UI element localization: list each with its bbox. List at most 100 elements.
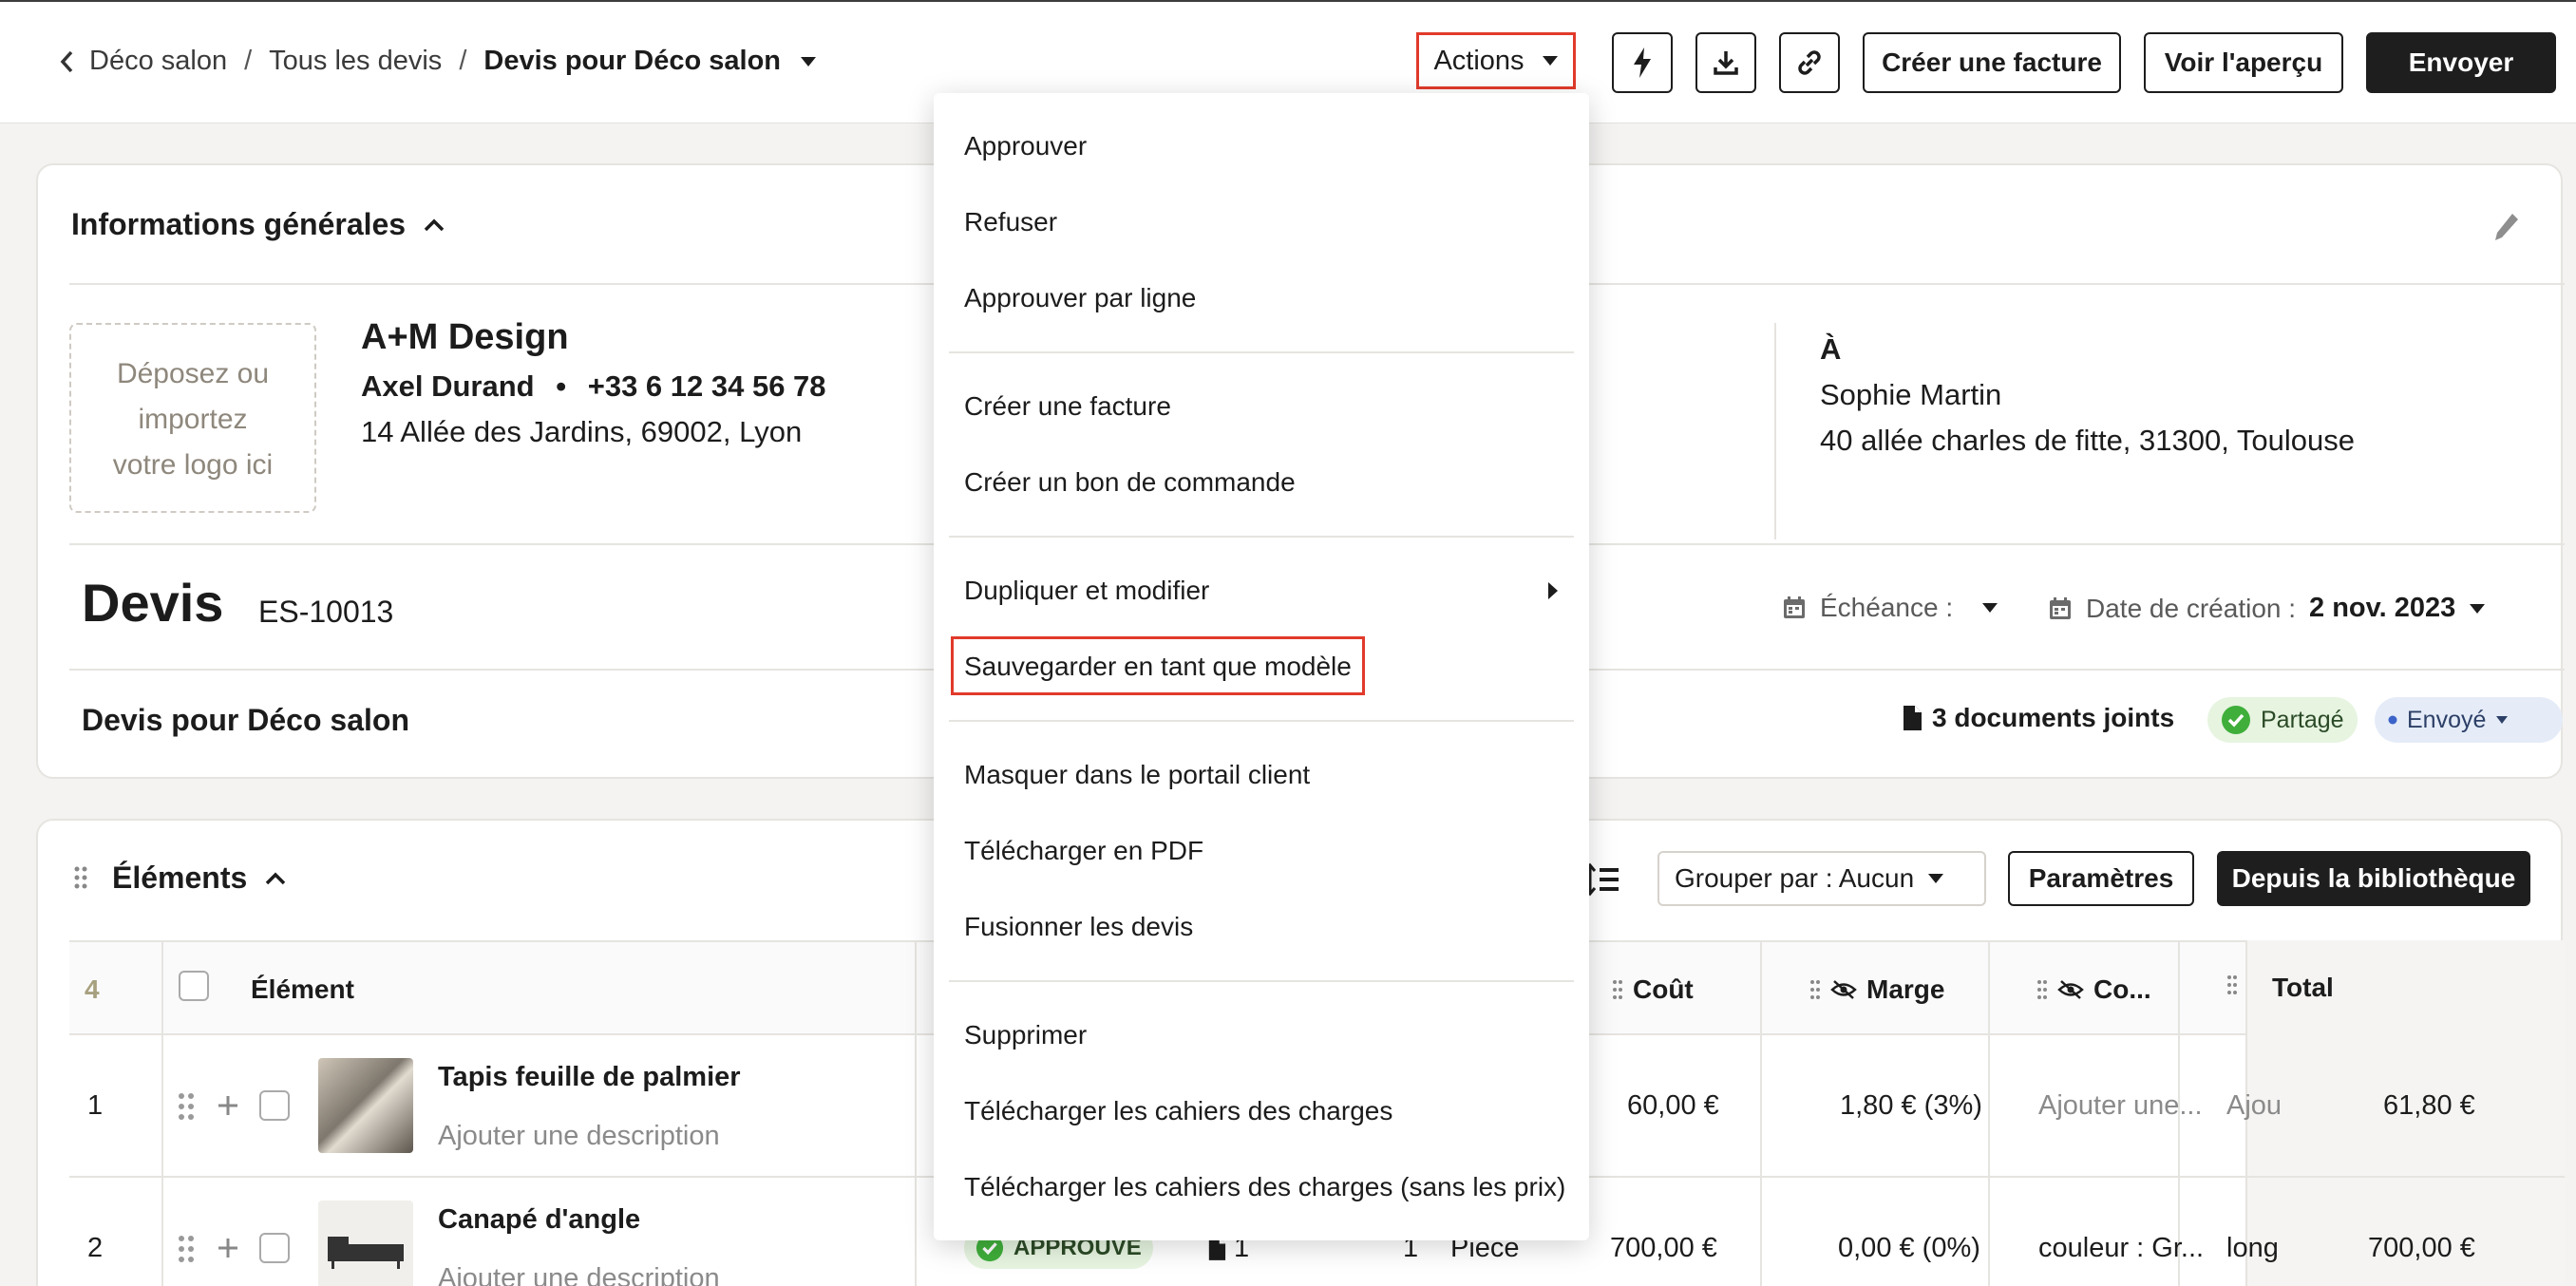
- company-phone: +33 6 12 34 56 78: [587, 369, 826, 403]
- status-dot-icon: [2388, 715, 2397, 725]
- drag-handle-icon[interactable]: [74, 866, 87, 889]
- drag-handle-icon[interactable]: [178, 1092, 195, 1121]
- item-name[interactable]: Canapé d'angle: [438, 1204, 640, 1236]
- devis-subject[interactable]: Devis pour Déco salon: [82, 703, 409, 738]
- breadcrumb-separator: /: [244, 46, 253, 76]
- general-info-header[interactable]: Informations générales: [71, 207, 445, 242]
- menu-item-duplicate-edit[interactable]: Dupliquer et modifier: [964, 576, 1559, 606]
- menu-item-approve[interactable]: Approuver: [964, 131, 1087, 161]
- menu-item-delete[interactable]: Supprimer: [964, 1020, 1087, 1050]
- line-spacing-icon[interactable]: [1584, 862, 1622, 897]
- group-by-label: Grouper par : Aucun: [1675, 863, 1915, 893]
- menu-item-create-invoice[interactable]: Créer une facture: [964, 391, 1171, 422]
- item-margin[interactable]: 0,00 € (0%): [1838, 1233, 1980, 1264]
- item-comment-input[interactable]: couleur : Gr...: [2038, 1233, 2204, 1264]
- breadcrumb: Déco salon / Tous les devis / Devis pour…: [59, 46, 817, 77]
- download-button[interactable]: [1695, 32, 1756, 93]
- share-link-button[interactable]: [1779, 32, 1840, 93]
- company-contact-line: Axel Durand • +33 6 12 34 56 78: [361, 369, 826, 404]
- drag-handle-icon: [2226, 974, 2238, 995]
- column-margin[interactable]: Marge: [1809, 974, 1944, 1005]
- chevron-up-icon: [423, 217, 445, 233]
- send-button[interactable]: Envoyer: [2366, 32, 2556, 93]
- logo-dropzone-line: votre logo ici: [112, 449, 274, 481]
- breadcrumb-current[interactable]: Devis pour Déco salon: [483, 46, 781, 77]
- column-element[interactable]: Élément: [251, 974, 354, 1005]
- actions-dropdown-menu: Approuver Refuser Approuver par ligne Cr…: [934, 93, 1589, 1240]
- column-comment[interactable]: Co...: [2036, 974, 2151, 1005]
- chevron-left-icon[interactable]: [59, 49, 76, 74]
- plus-icon[interactable]: [217, 1094, 239, 1117]
- breadcrumb-separator: /: [459, 46, 467, 76]
- menu-item-hide-in-portal[interactable]: Masquer dans le portail client: [964, 760, 1310, 790]
- menu-item-download-specs[interactable]: Télécharger les cahiers des charges: [964, 1096, 1392, 1126]
- row-checkbox[interactable]: [259, 1233, 290, 1263]
- quick-action-button[interactable]: [1612, 32, 1673, 93]
- product-thumbnail: [318, 1201, 413, 1286]
- item-margin[interactable]: 1,80 € (3%): [1840, 1090, 1982, 1122]
- from-library-button[interactable]: Depuis la bibliothèque: [2217, 851, 2530, 906]
- caret-right-icon: [1547, 581, 1559, 600]
- select-all-checkbox[interactable]: [179, 971, 209, 1001]
- item-extra-input[interactable]: Ajou: [2226, 1090, 2282, 1122]
- company-info: A+M Design Axel Durand • +33 6 12 34 56 …: [361, 317, 826, 449]
- creation-date-field[interactable]: Date de création : 2 nov. 2023: [2048, 593, 2486, 624]
- menu-separator: [949, 720, 1574, 722]
- menu-item-approve-by-line[interactable]: Approuver par ligne: [964, 283, 1196, 313]
- menu-item-save-as-template[interactable]: Sauvegarder en tant que modèle: [964, 652, 1352, 682]
- row-index: 1: [87, 1090, 104, 1121]
- item-name[interactable]: Tapis feuille de palmier: [438, 1062, 741, 1093]
- item-comment-input[interactable]: Ajouter une...: [2038, 1090, 2203, 1122]
- devis-number: ES-10013: [258, 595, 394, 629]
- due-date-label: Échéance :: [1820, 593, 1954, 622]
- caret-down-icon[interactable]: [800, 56, 817, 67]
- item-total: 700,00 €: [2368, 1233, 2475, 1263]
- drag-handle-icon[interactable]: [178, 1235, 195, 1263]
- column-margin-label: Marge: [1866, 974, 1945, 1004]
- eye-off-icon: [2057, 979, 2084, 1000]
- group-by-select[interactable]: Grouper par : Aucun: [1657, 851, 1986, 906]
- shared-status-label: Partagé: [2261, 706, 2344, 733]
- logo-dropzone[interactable]: Déposez ou importez votre logo ici: [69, 323, 316, 513]
- recipient-label: À: [1820, 332, 1842, 366]
- menu-item-download-specs-no-prices[interactable]: Télécharger les cahiers des charges (san…: [964, 1172, 1565, 1202]
- logo-dropzone-line: Déposez ou: [116, 358, 270, 389]
- due-date-field[interactable]: Échéance :: [1782, 593, 1998, 623]
- item-extra-input[interactable]: long: [2226, 1233, 2279, 1264]
- caret-down-icon: [2469, 603, 2486, 615]
- plus-icon[interactable]: [217, 1237, 239, 1259]
- row-count: 4: [85, 974, 100, 1004]
- calendar-icon: [1782, 596, 1807, 620]
- create-invoice-button[interactable]: Créer une facture: [1863, 32, 2121, 93]
- column-cost[interactable]: Coût: [1612, 974, 1694, 1005]
- menu-separator: [949, 536, 1574, 538]
- item-description-input[interactable]: Ajouter une description: [438, 1263, 720, 1286]
- recipient-address: 40 allée charles de fitte, 31300, Toulou…: [1820, 424, 2355, 457]
- item-cost[interactable]: 60,00 €: [1627, 1090, 1719, 1122]
- actions-button[interactable]: Actions: [1416, 32, 1576, 89]
- recipient-info: À Sophie Martin 40 allée charles de fitt…: [1820, 327, 2355, 463]
- caret-down-icon: [1981, 602, 1998, 614]
- menu-item-merge-quotes[interactable]: Fusionner les devis: [964, 912, 1193, 942]
- row-checkbox[interactable]: [259, 1090, 290, 1121]
- company-contact-name: Axel Durand: [361, 369, 535, 403]
- sent-status-dropdown[interactable]: Envoyé: [2375, 697, 2563, 743]
- item-cost[interactable]: 700,00 €: [1610, 1233, 1717, 1264]
- sent-status-label: Envoyé: [2407, 706, 2487, 733]
- column-total[interactable]: Total: [2272, 973, 2334, 1003]
- item-description-input[interactable]: Ajouter une description: [438, 1121, 720, 1152]
- pencil-icon[interactable]: [2492, 211, 2521, 243]
- creation-date-value: 2 nov. 2023: [2309, 593, 2456, 623]
- breadcrumb-link-quotes[interactable]: Tous les devis: [269, 46, 442, 77]
- recipient-name: Sophie Martin: [1820, 378, 2002, 411]
- menu-item-refuse[interactable]: Refuser: [964, 207, 1057, 237]
- elements-header[interactable]: Éléments: [112, 860, 287, 896]
- preview-button[interactable]: Voir l'aperçu: [2144, 32, 2343, 93]
- attached-documents-link[interactable]: 3 documents joints: [1902, 703, 2174, 733]
- breadcrumb-link-client[interactable]: Déco salon: [89, 46, 227, 77]
- settings-button[interactable]: Paramètres: [2008, 851, 2194, 906]
- menu-item-download-pdf[interactable]: Télécharger en PDF: [964, 836, 1203, 866]
- general-info-title: Informations générales: [71, 207, 407, 241]
- menu-item-create-purchase-order[interactable]: Créer un bon de commande: [964, 467, 1296, 498]
- company-name: A+M Design: [361, 317, 569, 357]
